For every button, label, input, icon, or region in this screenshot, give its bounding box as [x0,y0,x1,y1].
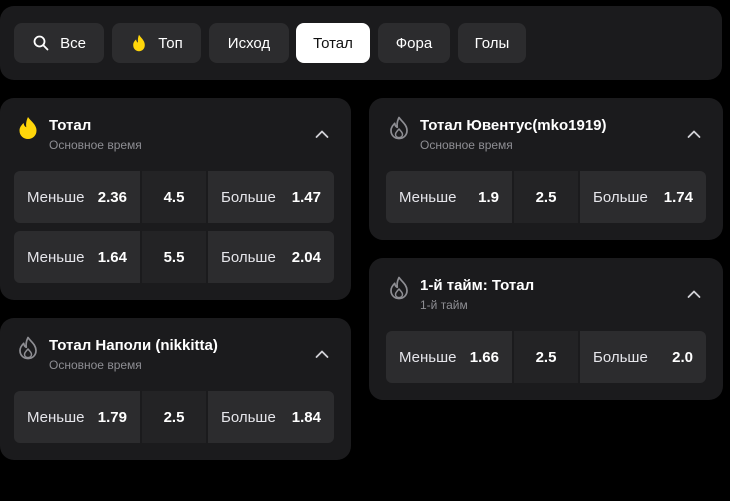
under-label: Меньше [27,248,85,266]
market-title: 1-й тайм: Тотал [420,277,535,294]
fire-filled-icon [17,116,39,140]
total-line: 2.5 [514,331,578,383]
search-icon [32,34,50,52]
under-odds-button[interactable]: Меньше 1.66 [386,331,512,383]
odds-row: Меньше 1.9 2.5 Больше 1.74 [386,171,706,223]
over-odds-button[interactable]: Больше 1.47 [208,171,334,223]
chevron-up-icon[interactable] [315,126,329,138]
under-odd: 2.36 [97,188,127,206]
filter-chip-handicap[interactable]: Фора [378,23,450,63]
over-odds-button[interactable]: Больше 1.74 [580,171,706,223]
market-subtitle: Основное время [420,138,513,152]
over-odd: 2.0 [672,348,693,366]
market-filter-bar: Все Топ Исход Тотал Фора Голы [0,6,722,80]
total-line: 2.5 [142,391,206,443]
filter-chip-outcome[interactable]: Исход [209,23,289,63]
over-odd: 1.47 [291,188,321,206]
under-odd: 1.66 [469,348,499,366]
total-line-value: 2.5 [535,188,557,206]
over-odds-button[interactable]: Больше 2.0 [580,331,706,383]
market-card-napoli-total: Тотал Наполи (nikkitta) Основное время М… [0,318,351,460]
over-label: Больше [593,188,648,206]
market-card-juventus-total: Тотал Ювентус(mko1919) Основное время Ме… [369,98,723,240]
over-label: Больше [221,188,276,206]
under-odds-button[interactable]: Меньше 2.36 [14,171,140,223]
total-line: 2.5 [514,171,578,223]
filter-chip-label: Исход [227,34,271,52]
market-title: Тотал [49,117,92,134]
under-label: Меньше [27,408,85,426]
over-odd: 2.04 [291,248,321,266]
over-label: Больше [593,348,648,366]
under-odd: 1.64 [97,248,127,266]
filter-chip-label: Фора [395,34,433,52]
chevron-up-icon[interactable] [687,126,701,138]
odds-row: Меньше 2.36 4.5 Больше 1.47 [14,171,334,223]
over-odd: 1.74 [663,188,693,206]
odds-row: Меньше 1.64 5.5 Больше 2.04 [14,231,334,283]
market-subtitle: Основное время [49,358,142,372]
over-label: Больше [221,408,276,426]
fire-outline-icon [388,276,410,300]
under-label: Меньше [399,188,457,206]
market-card-first-half-total: 1-й тайм: Тотал 1-й тайм Меньше 1.66 2.5… [369,258,723,400]
under-odd: 1.9 [478,188,499,206]
filter-chip-label: Голы [474,34,510,52]
under-label: Меньше [27,188,85,206]
total-line-value: 4.5 [163,188,185,206]
fire-icon [130,34,148,52]
odds-row: Меньше 1.66 2.5 Больше 2.0 [386,331,706,383]
under-odds-button[interactable]: Меньше 1.79 [14,391,140,443]
filter-chip-label: Топ [158,34,183,52]
market-card-total: Тотал Основное время Меньше 2.36 4.5 Бол… [0,98,351,300]
over-label: Больше [221,248,276,266]
total-line-value: 5.5 [163,248,185,266]
filter-chip-label: Все [60,34,86,52]
market-subtitle: 1-й тайм [420,298,468,312]
chevron-up-icon[interactable] [687,286,701,298]
total-line-value: 2.5 [163,408,185,426]
under-odd: 1.79 [97,408,127,426]
market-subtitle: Основное время [49,138,142,152]
fire-outline-icon [388,116,410,140]
market-title: Тотал Ювентус(mko1919) [420,117,607,134]
total-line: 5.5 [142,231,206,283]
fire-outline-icon [17,336,39,360]
odds-row: Меньше 1.79 2.5 Больше 1.84 [14,391,334,443]
under-label: Меньше [399,348,457,366]
filter-chip-total[interactable]: Тотал [296,23,370,63]
over-odd: 1.84 [291,408,321,426]
filter-chip-top[interactable]: Топ [112,23,201,63]
total-line-value: 2.5 [535,348,557,366]
chevron-up-icon[interactable] [315,346,329,358]
filter-chip-label: Тотал [313,34,353,52]
market-title: Тотал Наполи (nikkitta) [49,337,218,354]
filter-chip-all[interactable]: Все [14,23,104,63]
over-odds-button[interactable]: Больше 1.84 [208,391,334,443]
over-odds-button[interactable]: Больше 2.04 [208,231,334,283]
total-line: 4.5 [142,171,206,223]
under-odds-button[interactable]: Меньше 1.9 [386,171,512,223]
filter-chip-goals[interactable]: Голы [458,23,526,63]
under-odds-button[interactable]: Меньше 1.64 [14,231,140,283]
